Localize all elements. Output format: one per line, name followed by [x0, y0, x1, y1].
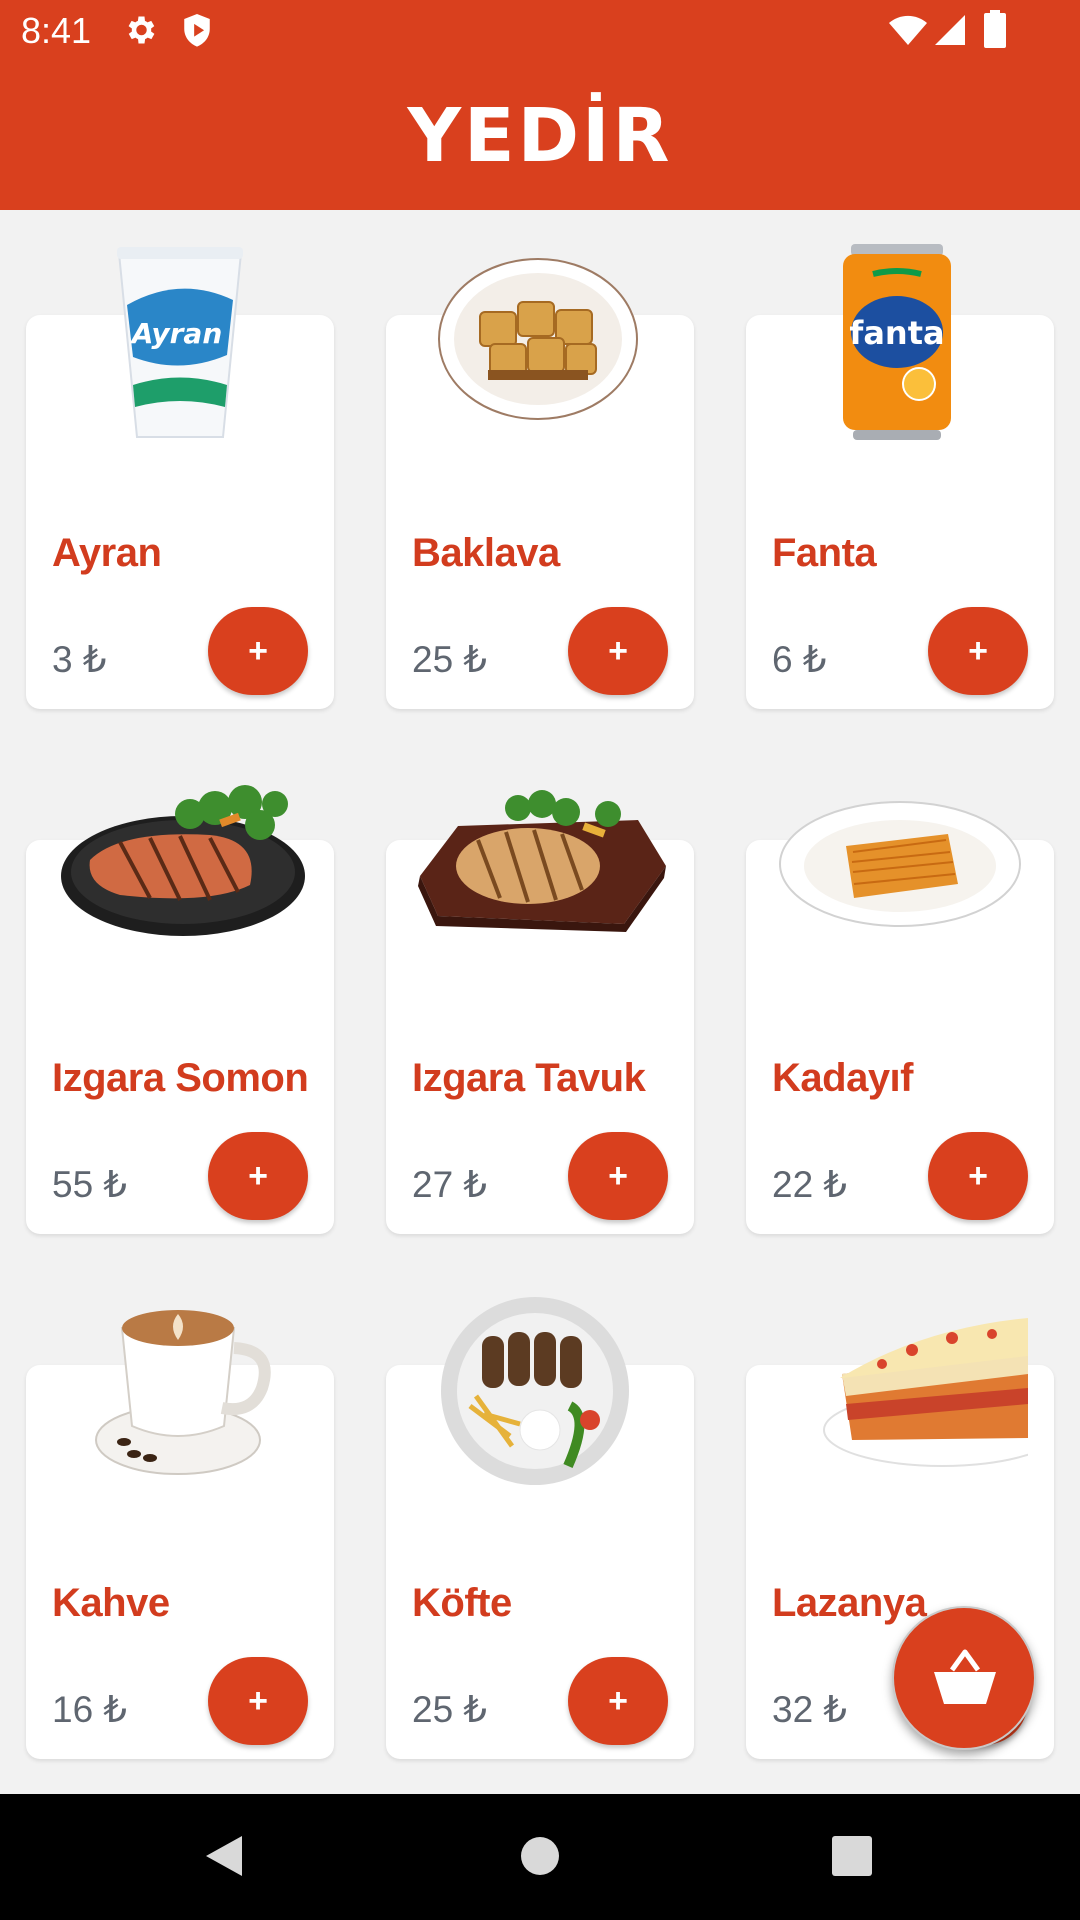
add-to-cart-button[interactable]: +	[208, 1657, 308, 1745]
product-price: 27 ₺	[412, 1164, 487, 1205]
signal-icon	[935, 15, 965, 45]
settings-icon	[128, 16, 155, 44]
product-price: 25 ₺	[412, 1689, 487, 1730]
status-time: 8:41	[21, 10, 92, 51]
svg-text:fanta: fanta	[849, 314, 944, 352]
product-name: Izgara Tavuk	[412, 1056, 646, 1100]
fanta-can-image: fanta	[843, 244, 951, 440]
product-price: 3 ₺	[52, 639, 107, 680]
system-nav-bar	[0, 1794, 1080, 1920]
product-name: Ayran	[52, 531, 162, 575]
add-to-cart-button[interactable]: +	[208, 1132, 308, 1220]
product-price: 6 ₺	[772, 639, 827, 680]
baklava-plate-image	[438, 258, 638, 420]
product-name: Baklava	[412, 531, 560, 575]
grilled-chicken-image	[418, 790, 666, 932]
grilled-salmon-image	[61, 785, 305, 936]
product-price: 32 ₺	[772, 1689, 847, 1730]
product-price: 25 ₺	[412, 639, 487, 680]
product-price: 55 ₺	[52, 1164, 127, 1205]
back-icon[interactable]	[204, 1834, 244, 1878]
shield-icon	[184, 14, 210, 47]
svg-text:Ayran: Ayran	[130, 317, 223, 350]
battery-icon	[984, 10, 1006, 48]
add-to-cart-button[interactable]: +	[568, 607, 668, 695]
app-bar: YEDİR	[0, 63, 1080, 210]
product-name: Kahve	[52, 1581, 170, 1625]
add-to-cart-button[interactable]: +	[568, 1657, 668, 1745]
product-name: Lazanya	[772, 1581, 927, 1625]
product-price: 16 ₺	[52, 1689, 127, 1730]
wifi-icon	[889, 15, 927, 45]
app-title: YEDİR	[407, 93, 673, 179]
product-name: Köfte	[412, 1581, 512, 1625]
add-to-cart-button[interactable]: +	[568, 1132, 668, 1220]
add-to-cart-button[interactable]: +	[928, 607, 1028, 695]
add-to-cart-button[interactable]: +	[928, 1132, 1028, 1220]
cart-fab-button[interactable]	[892, 1606, 1036, 1750]
ayran-cup-image: Ayran	[117, 247, 243, 438]
basket-icon	[934, 1649, 996, 1704]
lasagna-image	[823, 1318, 1028, 1467]
coffee-cup-image	[95, 1310, 271, 1475]
product-name: Izgara Somon	[52, 1056, 309, 1100]
add-to-cart-button[interactable]: +	[208, 607, 308, 695]
kofte-plate-image	[441, 1297, 629, 1485]
recents-icon[interactable]	[832, 1836, 872, 1876]
product-name: Kadayıf	[772, 1056, 914, 1100]
product-price: 22 ₺	[772, 1164, 847, 1205]
product-name: Fanta	[772, 531, 877, 575]
home-icon[interactable]	[520, 1836, 560, 1876]
kadayif-plate-image	[779, 801, 1021, 927]
status-bar: 8:41	[0, 0, 1080, 63]
